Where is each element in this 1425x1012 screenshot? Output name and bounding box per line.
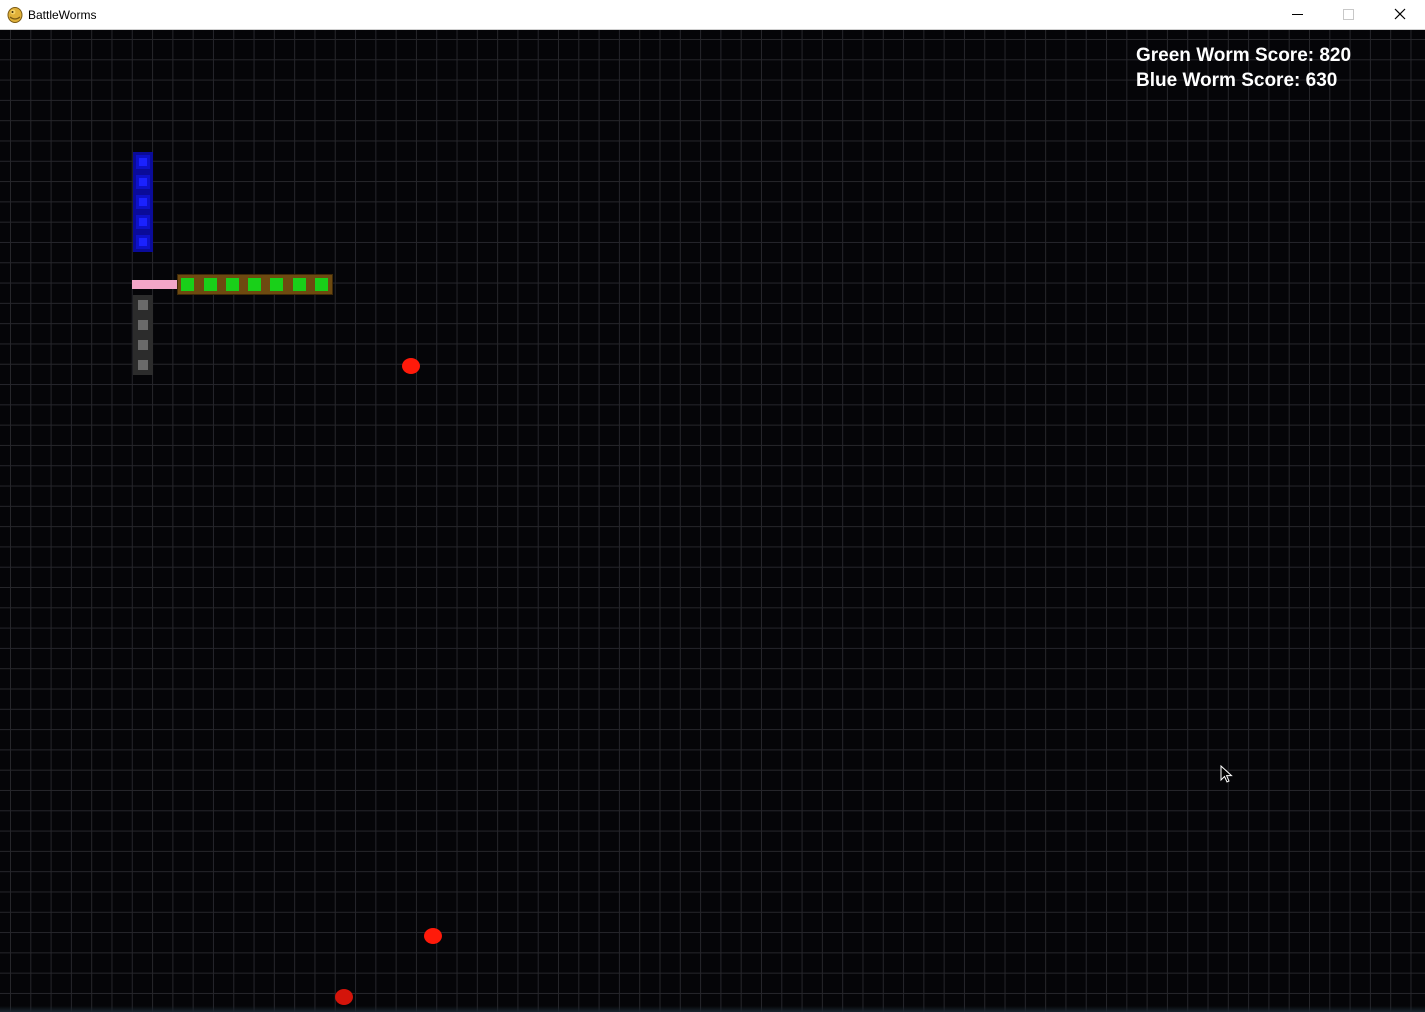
gray-worm-segment [133, 295, 153, 315]
green-worm-segment [293, 278, 306, 291]
window-title: BattleWorms [28, 8, 97, 22]
blue-worm-segment [133, 212, 153, 232]
maximize-icon [1343, 9, 1354, 20]
maximize-button[interactable] [1323, 0, 1373, 29]
app-snake-icon [7, 6, 23, 23]
blue-worm-segment [133, 152, 153, 172]
title-bar[interactable]: BattleWorms [0, 0, 1425, 30]
game-board[interactable]: Green Worm Score: 820 Blue Worm Score: 6… [0, 30, 1425, 1012]
pink-segment [132, 280, 177, 289]
green-worm-segment [315, 278, 328, 291]
blue-worm-score: Blue Worm Score: 630 [1136, 70, 1338, 91]
gray-worm-segment [133, 335, 153, 355]
green-worm-score: Green Worm Score: 820 [1136, 45, 1352, 66]
scoreboard: Green Worm Score: 820 Blue Worm Score: 6… [1136, 43, 1351, 93]
gray-worm-segment [133, 355, 153, 375]
green-worm-segment [204, 278, 217, 291]
minimize-button[interactable] [1272, 0, 1322, 29]
food-item [424, 928, 442, 944]
close-icon [1394, 8, 1406, 20]
green-worm-segment [226, 278, 239, 291]
blue-worm-segment [133, 232, 153, 252]
green-worm-segment [181, 278, 194, 291]
food-item [335, 989, 353, 1005]
close-button[interactable] [1374, 0, 1424, 29]
gray-worm-segment [133, 315, 153, 335]
game-window: BattleWorms Green Worm Score: 820 Blue W… [0, 0, 1425, 1012]
green-worm-segment [248, 278, 261, 291]
food-item [402, 358, 420, 374]
blue-worm-segment [133, 172, 153, 192]
mouse-cursor-icon [1220, 765, 1233, 783]
green-worm-segment [270, 278, 283, 291]
board-bottom-edge [0, 1006, 1425, 1012]
minimize-icon [1292, 14, 1303, 15]
blue-worm-segment [133, 192, 153, 212]
